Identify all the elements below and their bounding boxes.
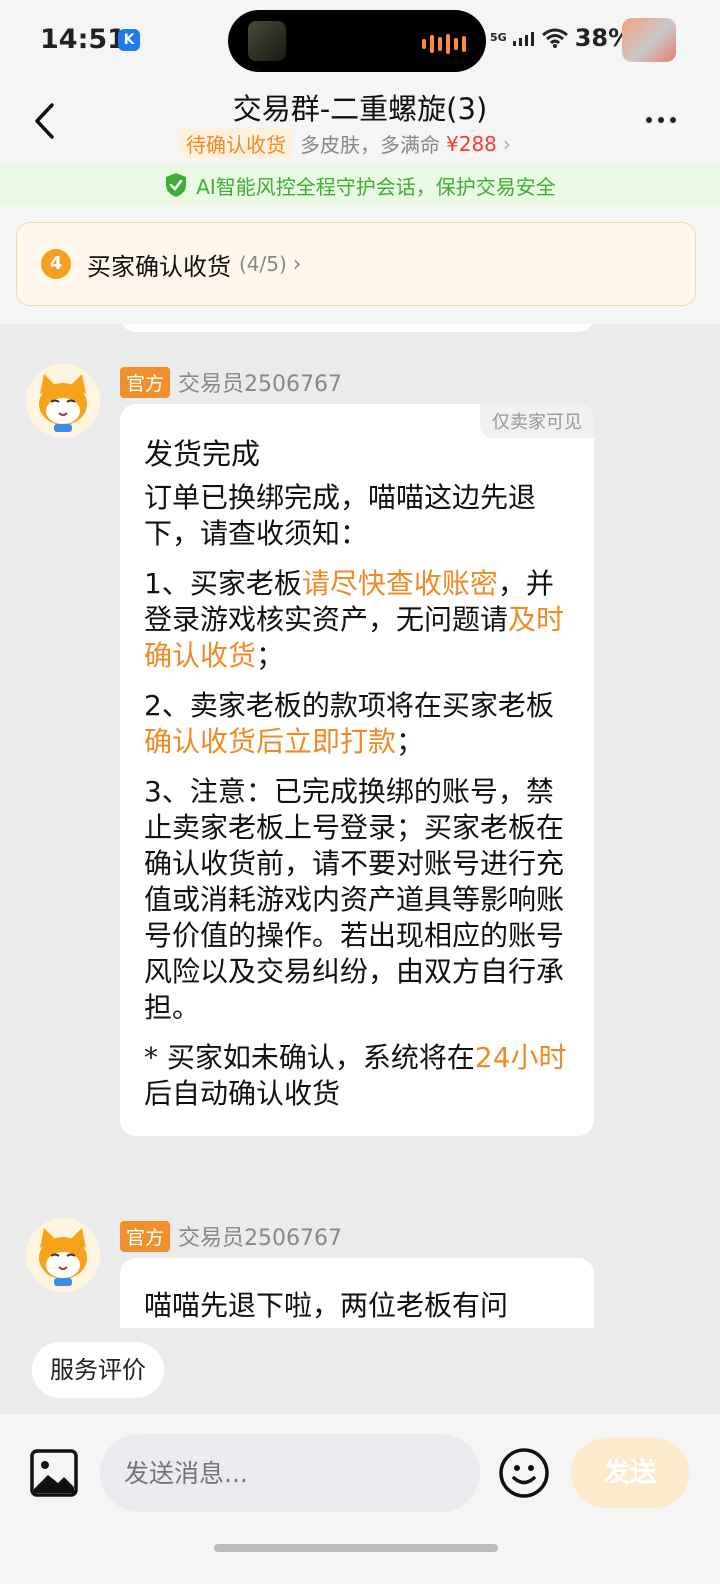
send-button[interactable]: 发送 xyxy=(571,1438,689,1508)
seller-only-tag: 仅卖家可见 xyxy=(480,404,594,438)
highlight-text: 请尽快查收账密 xyxy=(301,567,498,600)
image-picker-icon[interactable] xyxy=(30,1449,78,1497)
message-input[interactable] xyxy=(100,1434,480,1512)
status-avatar-icon xyxy=(622,18,676,62)
official-badge: 官方 xyxy=(120,366,171,398)
cat-avatar-icon[interactable] xyxy=(26,364,100,438)
audio-wave-icon xyxy=(422,34,466,54)
message-bubble[interactable]: 喵喵先退下啦，两位老板有问 xyxy=(120,1258,594,1328)
message-input-bar: 发送 xyxy=(0,1414,720,1584)
message-paragraph: 2、卖家老板的款项将在买家老板确认收货后立即打款； xyxy=(144,689,554,758)
ai-banner-text: AI智能风控全程守护会话，保护交易安全 xyxy=(196,174,556,199)
ai-security-banner: AI智能风控全程守护会话，保护交易安全 xyxy=(0,164,720,206)
message-meta: 官方 交易员2506767 xyxy=(120,366,342,398)
sender-name: 交易员2506767 xyxy=(178,372,342,397)
message-paragraph: 3、注意：已完成换绑的账号，禁止卖家老板上号登录；买家老板在确认收货前，请不要对… xyxy=(144,775,565,1024)
order-summary[interactable]: 待确认收货 多皮肤，多满命 ¥288 › xyxy=(180,128,511,159)
sender-name: 交易员2506767 xyxy=(178,1226,342,1251)
chat-title: 交易群-二重螺旋(3) xyxy=(232,92,488,126)
service-rating-button[interactable]: 服务评价 xyxy=(32,1342,164,1398)
highlight-text: 确认收货后立即打款 xyxy=(144,725,397,758)
previous-message-bubble xyxy=(120,324,594,332)
official-badge: 官方 xyxy=(120,1220,171,1252)
home-indicator[interactable] xyxy=(214,1544,498,1552)
message-paragraph: 1、买家老板请尽快查收账密，并登录游戏核实资产，无问题请及时确认收货； xyxy=(144,567,565,672)
shield-check-icon xyxy=(166,173,187,197)
product-desc: 多皮肤，多满命 xyxy=(300,133,440,157)
cat-avatar-icon[interactable] xyxy=(26,1218,100,1292)
message-title: 发货完成 xyxy=(144,437,261,471)
status-bar: 14:51 K 5G 38% xyxy=(0,0,720,80)
step-title: 买家确认收货 xyxy=(87,252,231,281)
chat-header: 交易群-二重螺旋(3) 待确认收货 多皮肤，多满命 ¥288 › xyxy=(0,80,720,164)
network-label: 5G xyxy=(490,31,507,44)
order-status-badge: 待确认收货 xyxy=(180,128,292,159)
message-paragraph: 订单已换绑完成，喵喵这边先退下，请查收须知： xyxy=(144,481,537,550)
step-number-badge: 4 xyxy=(41,249,71,279)
highlight-text: 24小时 xyxy=(474,1041,567,1074)
emoji-icon[interactable] xyxy=(498,1447,550,1499)
message-meta: 官方 交易员2506767 xyxy=(120,1220,342,1252)
more-options-icon[interactable] xyxy=(646,117,676,123)
product-price: ¥288 xyxy=(446,131,497,156)
media-thumbnail-icon xyxy=(248,21,286,61)
chevron-right-icon: › xyxy=(292,251,302,277)
wifi-icon xyxy=(541,28,568,48)
signal-icon xyxy=(512,32,534,46)
progress-section: 4 买家确认收货 (4/5) › xyxy=(0,206,720,324)
chat-messages[interactable]: 官方 交易员2506767 仅卖家可见 发货完成 订单已换绑完成，喵喵这边先退下… xyxy=(0,324,720,1328)
order-progress-card[interactable]: 4 买家确认收货 (4/5) › xyxy=(16,222,696,306)
message-bubble[interactable]: 仅卖家可见 发货完成 订单已换绑完成，喵喵这边先退下，请查收须知： 1、买家老板… xyxy=(120,404,594,1136)
status-indicators: 5G 38% xyxy=(490,24,632,52)
message-paragraph: 喵喵先退下啦，两位老板有问 xyxy=(144,1289,509,1322)
status-time: 14:51 xyxy=(40,24,126,55)
app-k-icon: K xyxy=(118,29,140,51)
chevron-right-icon: › xyxy=(502,131,511,156)
step-count: (4/5) xyxy=(239,252,287,276)
dynamic-island[interactable] xyxy=(228,10,486,72)
message-paragraph: * 买家如未确认，系统将在24小时后自动确认收货 xyxy=(144,1041,567,1110)
